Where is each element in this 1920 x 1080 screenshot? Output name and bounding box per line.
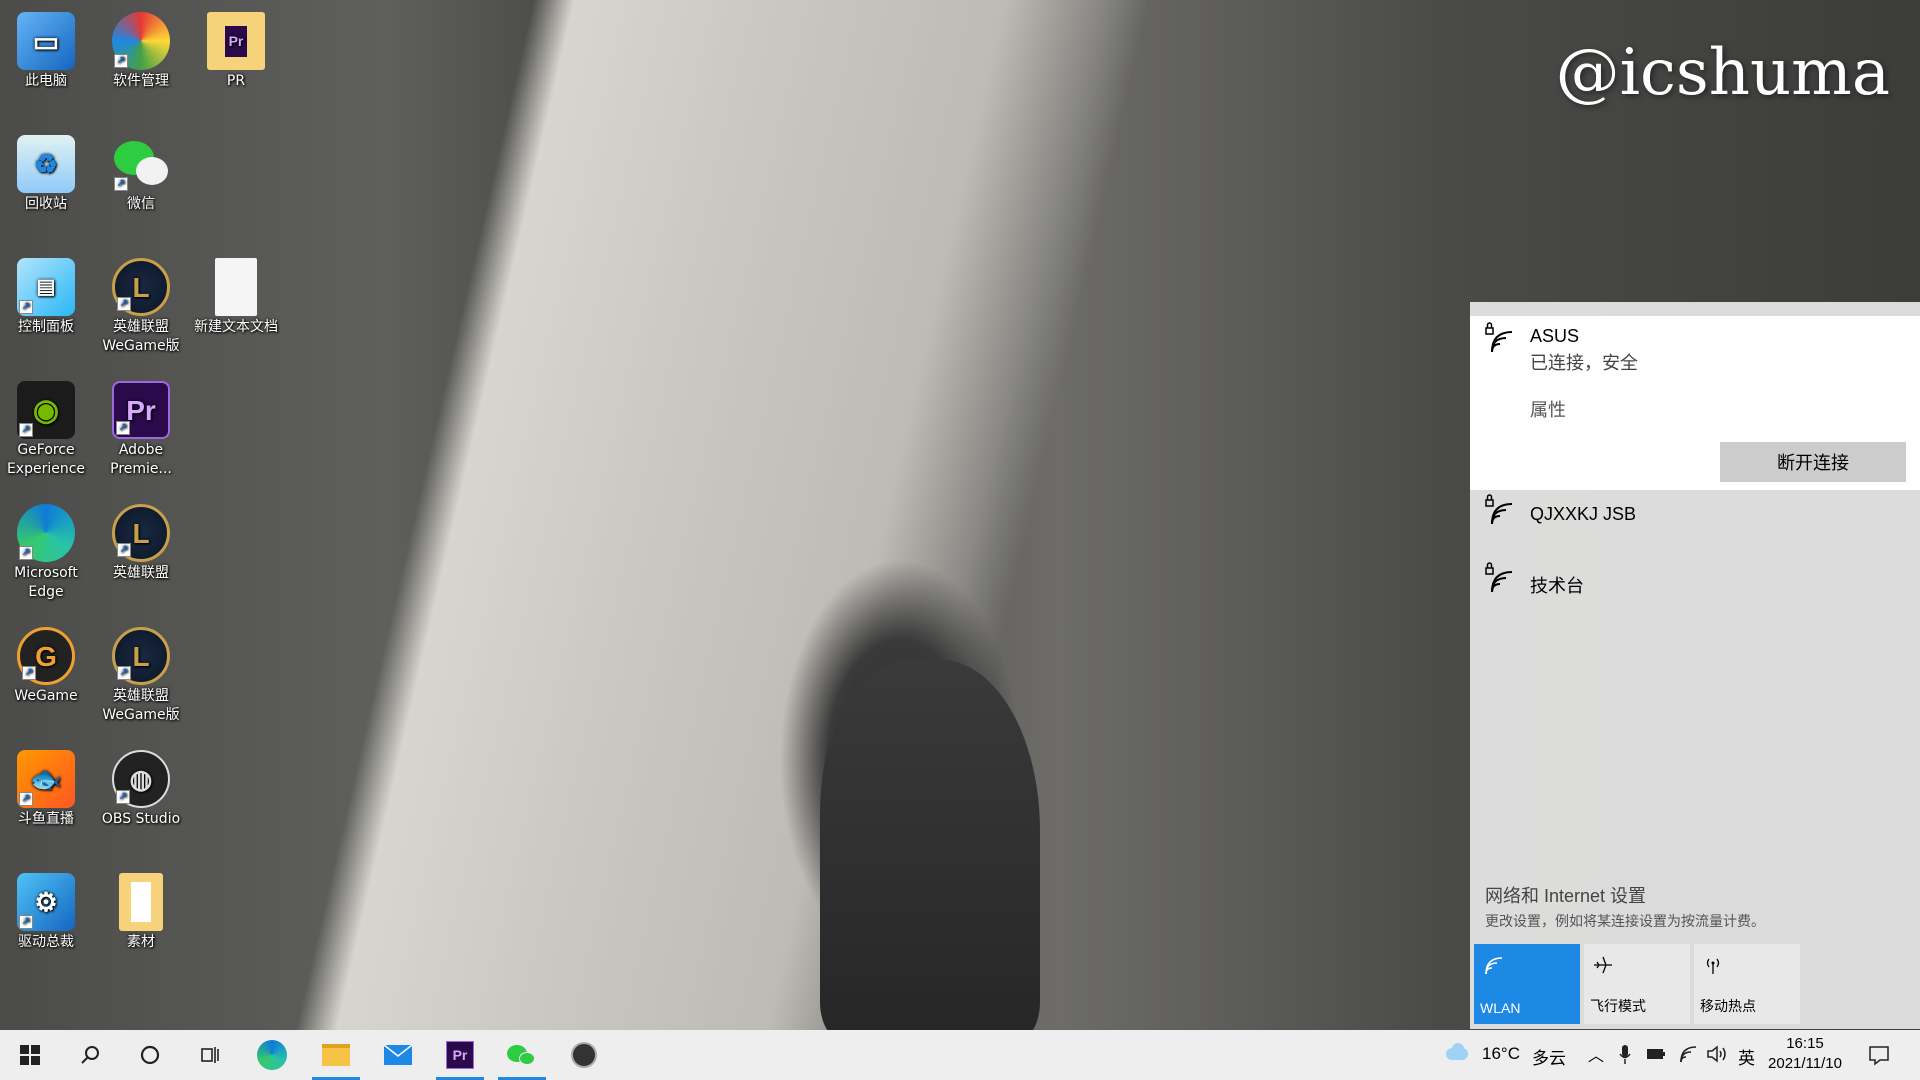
desktop-icon-edge[interactable]: ↗ Microsoft Edge xyxy=(0,496,92,602)
notification-center-icon[interactable] xyxy=(1868,1044,1890,1066)
cortana-icon xyxy=(140,1045,160,1065)
nvidia-icon: ◉ ↗ xyxy=(17,381,75,439)
desktop-icon-wechat[interactable]: ↗ 微信 xyxy=(95,127,187,214)
airplane-mode-tile[interactable]: 飞行模式 xyxy=(1584,944,1690,1024)
airplane-icon xyxy=(1594,956,1612,974)
folder-icon xyxy=(119,873,163,931)
desktop-icon-douyu[interactable]: 🐟 ↗ 斗鱼直播 xyxy=(0,742,92,829)
network-properties-link[interactable]: 属性 xyxy=(1530,396,1566,422)
show-hidden-icons-chevron[interactable]: ︿ xyxy=(1588,1042,1604,1066)
league-icon: L ↗ xyxy=(112,627,170,685)
task-view-icon xyxy=(201,1047,219,1063)
desktop-icon-new-text-document[interactable]: 新建文本文档 xyxy=(190,250,282,337)
desktop-icon-league-wegame[interactable]: L ↗ 英雄联盟 WeGame版 xyxy=(95,250,187,356)
desktop-icon-league[interactable]: L ↗ 英雄联盟 xyxy=(95,496,187,583)
league-icon: L ↗ xyxy=(112,258,170,316)
mobile-hotspot-tile[interactable]: 移动热点 xyxy=(1694,944,1800,1024)
wifi-secured-icon xyxy=(1485,494,1513,525)
search-button[interactable] xyxy=(64,1030,116,1080)
wifi-secured-icon xyxy=(1485,322,1513,353)
wallpaper-rock xyxy=(820,660,1040,1040)
obs-icon xyxy=(571,1042,597,1068)
desktop-icon-geforce[interactable]: ◉ ↗ GeForce Experience xyxy=(0,373,92,479)
premiere-icon: Pr ↗ xyxy=(112,381,170,439)
wlan-toggle-tile[interactable]: WLAN xyxy=(1474,944,1580,1024)
taskbar: Pr 16°C 多云 ︿ 英 16:15 2021/11/10 xyxy=(0,1030,1920,1080)
taskbar-premiere[interactable]: Pr xyxy=(434,1030,486,1080)
desktop-icon-league-wegame-2[interactable]: L ↗ 英雄联盟 WeGame版 xyxy=(95,619,187,725)
wifi-tray-icon[interactable] xyxy=(1678,1044,1698,1064)
battery-icon[interactable] xyxy=(1646,1046,1666,1062)
taskbar-obs[interactable] xyxy=(558,1030,610,1080)
network-item-jishutai[interactable]: 技术台 xyxy=(1470,560,1920,620)
software-manager-icon: ↗ xyxy=(112,12,170,70)
edge-icon: ↗ xyxy=(17,504,75,562)
volume-icon[interactable] xyxy=(1706,1044,1728,1064)
microphone-icon[interactable] xyxy=(1618,1044,1632,1066)
network-name: QJXXKJ JSB xyxy=(1530,504,1637,524)
hotspot-icon xyxy=(1706,958,1720,974)
network-name: 技术台 xyxy=(1530,576,1584,596)
network-name: ASUS xyxy=(1530,326,1580,346)
taskbar-wechat[interactable] xyxy=(496,1030,548,1080)
cortana-button[interactable] xyxy=(124,1030,176,1080)
desktop-icon-software-manager[interactable]: ↗ 软件管理 xyxy=(95,4,187,91)
wechat-icon: ↗ xyxy=(112,135,170,193)
wegame-icon: G ↗ xyxy=(17,627,75,685)
weather-temperature[interactable]: 16°C xyxy=(1482,1044,1520,1064)
task-view-button[interactable] xyxy=(184,1030,236,1080)
file-explorer-icon xyxy=(322,1044,350,1066)
computer-icon: ▭ xyxy=(17,12,75,70)
recycle-bin-icon: ♻ xyxy=(17,135,75,193)
clock[interactable]: 16:15 2021/11/10 xyxy=(1760,1034,1850,1074)
taskbar-file-explorer[interactable] xyxy=(310,1030,362,1080)
taskbar-edge[interactable] xyxy=(246,1030,298,1080)
network-settings-description: 更改设置，例如将某连接设置为按流量计费。 xyxy=(1485,913,1765,929)
folder-icon: Pr xyxy=(207,12,265,70)
disconnect-button[interactable]: 断开连接 xyxy=(1720,442,1906,482)
desktop-icon-pr-folder[interactable]: Pr PR xyxy=(190,4,282,91)
weather-cloud-icon[interactable] xyxy=(1444,1042,1470,1062)
network-flyout: ASUS 已连接，安全 属性 断开连接 QJXXKJ JSB 技术台 网络和 I… xyxy=(1470,302,1920,1029)
desktop-icon-premiere[interactable]: Pr ↗ Adobe Premie... xyxy=(95,373,187,479)
desktop-icon-this-pc[interactable]: ▭ 此电脑 xyxy=(0,4,92,91)
clock-date: 2021/11/10 xyxy=(1768,1055,1842,1072)
desktop-icon-driver[interactable]: ⚙ ↗ 驱动总裁 xyxy=(0,865,92,952)
league-icon: L ↗ xyxy=(112,504,170,562)
network-settings-link[interactable]: 网络和 Internet 设置 xyxy=(1485,882,1646,908)
obs-icon: ◍ ↗ xyxy=(112,750,170,808)
desktop-icon-control-panel[interactable]: ▤ ↗ 控制面板 xyxy=(0,250,92,337)
control-panel-icon: ▤ ↗ xyxy=(17,258,75,316)
mail-icon xyxy=(383,1044,413,1065)
network-item-asus[interactable]: ASUS 已连接，安全 属性 断开连接 xyxy=(1470,316,1920,490)
wifi-icon xyxy=(1485,957,1503,975)
premiere-icon: Pr xyxy=(446,1041,474,1069)
desktop-icon-recycle-bin[interactable]: ♻ 回收站 xyxy=(0,127,92,214)
clock-time: 16:15 xyxy=(1786,1035,1824,1052)
windows-logo-icon xyxy=(20,1045,40,1065)
wechat-icon xyxy=(507,1043,537,1067)
edge-icon xyxy=(257,1040,287,1070)
text-file-icon xyxy=(215,258,257,316)
desktop-icon-obs[interactable]: ◍ ↗ OBS Studio xyxy=(95,742,187,829)
weather-description[interactable]: 多云 xyxy=(1532,1044,1566,1069)
desktop-icon-wegame[interactable]: G ↗ WeGame xyxy=(0,619,92,706)
watermark: @icshuma xyxy=(1555,36,1890,110)
start-button[interactable] xyxy=(4,1030,56,1080)
wifi-secured-icon xyxy=(1485,562,1513,593)
driver-icon: ⚙ ↗ xyxy=(17,873,75,931)
douyu-icon: 🐟 ↗ xyxy=(17,750,75,808)
desktop-icon-material-folder[interactable]: 素材 xyxy=(95,865,187,952)
network-status: 已连接，安全 xyxy=(1530,353,1638,373)
taskbar-mail[interactable] xyxy=(372,1030,424,1080)
input-method-indicator[interactable]: 英 xyxy=(1738,1044,1755,1069)
network-item-qjxxkj[interactable]: QJXXKJ JSB xyxy=(1470,492,1920,552)
search-icon xyxy=(81,1046,99,1064)
